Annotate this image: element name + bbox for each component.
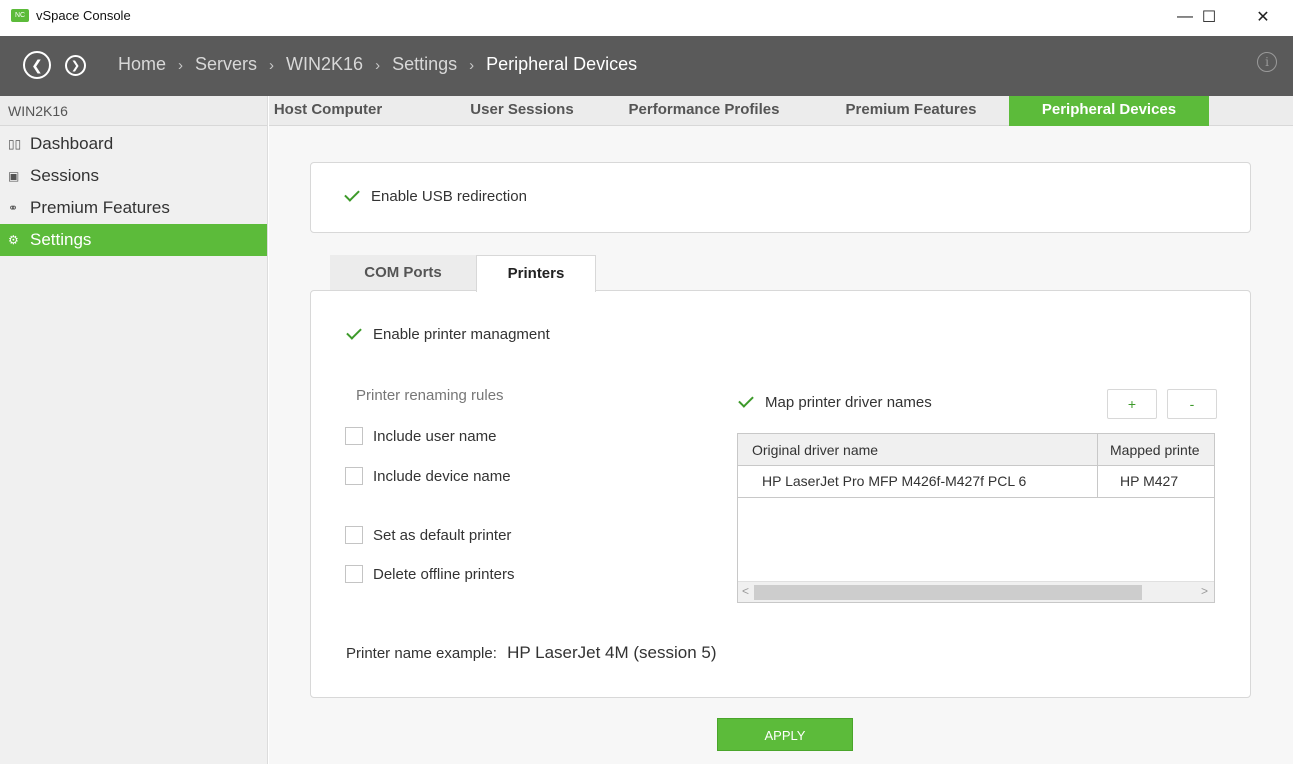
map-driver-names-checkbox[interactable]: Map printer driver names [737, 393, 932, 411]
usb-redirection-label: Enable USB redirection [371, 187, 527, 205]
usb-panel: Enable USB redirection [310, 162, 1251, 233]
scroll-left-icon[interactable]: < [742, 584, 749, 598]
driver-mapping-table: Original driver name Mapped printe HP La… [737, 433, 1215, 603]
tab-performance-profiles[interactable]: Performance Profiles [619, 96, 789, 126]
set-default-printer-checkbox[interactable]: Set as default printer [345, 526, 511, 544]
close-button[interactable]: ✕ [1243, 4, 1283, 30]
tab-host-computer[interactable]: Host Computer [269, 96, 387, 126]
checkmark-icon [343, 187, 361, 205]
forward-button[interactable]: ❯ [65, 55, 86, 76]
title-bar: NC vSpace Console — ☐ ✕ [0, 0, 1293, 36]
tab-printers[interactable]: Printers [476, 255, 596, 292]
set-default-printer-label: Set as default printer [373, 526, 512, 544]
sidebar-item-label: Premium Features [30, 198, 170, 217]
chevron-left-icon: ❮ [31, 56, 43, 73]
sessions-icon: ▣ [8, 169, 20, 183]
printer-name-example: Printer name example: HP LaserJet 4M (se… [346, 643, 717, 663]
sidebar-item-label: Dashboard [30, 134, 114, 153]
tab-premium-features[interactable]: Premium Features [831, 96, 991, 126]
window-title: vSpace Console [36, 8, 131, 23]
tab-com-ports[interactable]: COM Ports [330, 255, 476, 291]
settings-icon: ⚙ [8, 233, 19, 247]
navigation-bar: ❮ ❯ Home › Servers › WIN2K16 › Settings › Periph… [0, 36, 1293, 96]
breadcrumb-separator: › [178, 57, 184, 74]
example-label: Printer name example: [346, 645, 497, 662]
include-user-name-label: Include user name [373, 427, 497, 445]
dashboard-icon: ▯▯ [8, 137, 22, 151]
breadcrumb-current: Peripheral Devices [486, 54, 638, 74]
sidebar: WIN2K16 ▯▯ Dashboard ▣ Sessions ⚭ Premiu… [0, 96, 268, 764]
mapped-name-cell: HP M427 [1120, 473, 1179, 489]
settings-tabs: Host Computer User Sessions Performance … [269, 96, 1293, 126]
checkbox-box [345, 427, 363, 445]
column-header-mapped[interactable]: Mapped printe [1110, 442, 1214, 458]
original-driver-cell: HP LaserJet Pro MFP M426f-M427f PCL 6 [762, 473, 1027, 489]
premium-features-icon: ⚭ [8, 201, 19, 215]
checkbox-box [345, 467, 363, 485]
breadcrumb-separator: › [469, 57, 475, 74]
delete-offline-printers-label: Delete offline printers [373, 565, 515, 583]
add-mapping-button[interactable]: + [1107, 389, 1157, 419]
sidebar-item-label: Settings [30, 230, 92, 249]
printer-management-label: Enable printer managment [373, 325, 550, 343]
tab-peripheral-devices[interactable]: Peripheral Devices [1009, 96, 1209, 126]
example-value: HP LaserJet 4M (session 5) [507, 643, 717, 662]
breadcrumb-separator: › [269, 57, 275, 74]
map-driver-names-label: Map printer driver names [765, 393, 932, 411]
maximize-button[interactable]: ☐ [1189, 4, 1229, 30]
sidebar-item-premium-features[interactable]: ⚭ Premium Features [0, 192, 267, 224]
scroll-thumb[interactable] [754, 585, 1142, 600]
checkbox-box [345, 526, 363, 544]
sidebar-item-dashboard[interactable]: ▯▯ Dashboard [0, 128, 267, 160]
app-logo-icon: NC [11, 9, 29, 22]
chevron-right-icon: ❯ [70, 60, 81, 72]
sidebar-header: WIN2K16 [0, 96, 267, 126]
table-row[interactable]: HP LaserJet Pro MFP M426f-M427f PCL 6 HP… [738, 466, 1214, 498]
sidebar-item-settings[interactable]: ⚙ Settings [0, 224, 267, 256]
checkbox-box [345, 565, 363, 583]
include-user-name-checkbox[interactable]: Include user name [345, 427, 496, 445]
main-content: Enable USB redirection COM Ports Printer… [269, 126, 1293, 764]
usb-redirection-checkbox[interactable]: Enable USB redirection [343, 187, 527, 205]
scroll-right-icon[interactable]: > [1201, 584, 1208, 598]
renaming-rules-heading: Printer renaming rules [356, 387, 504, 404]
column-header-original[interactable]: Original driver name [752, 442, 878, 458]
breadcrumb-servers[interactable]: Servers [195, 54, 257, 74]
include-device-name-label: Include device name [373, 467, 511, 485]
back-button[interactable]: ❮ [23, 51, 51, 79]
horizontal-scrollbar[interactable]: < > [738, 581, 1214, 602]
tab-user-sessions[interactable]: User Sessions [457, 96, 587, 126]
remove-mapping-button[interactable]: - [1167, 389, 1217, 419]
checkmark-icon [345, 325, 363, 343]
printer-management-checkbox[interactable]: Enable printer managment [345, 325, 550, 343]
sidebar-item-label: Sessions [30, 166, 99, 185]
breadcrumb-settings[interactable]: Settings [392, 54, 457, 74]
breadcrumb-home[interactable]: Home [118, 54, 166, 74]
delete-offline-printers-checkbox[interactable]: Delete offline printers [345, 565, 514, 583]
breadcrumb: Home › Servers › WIN2K16 › Settings › Peripheral… [118, 54, 637, 75]
apply-button[interactable]: APPLY [717, 718, 853, 751]
include-device-name-checkbox[interactable]: Include device name [345, 467, 511, 485]
printers-panel: Enable printer managment Printer renamin… [310, 290, 1251, 698]
breadcrumb-server[interactable]: WIN2K16 [286, 54, 363, 74]
checkmark-icon [737, 393, 755, 411]
breadcrumb-separator: › [375, 57, 381, 74]
sidebar-item-sessions[interactable]: ▣ Sessions [0, 160, 267, 192]
info-icon[interactable]: i [1257, 52, 1277, 72]
